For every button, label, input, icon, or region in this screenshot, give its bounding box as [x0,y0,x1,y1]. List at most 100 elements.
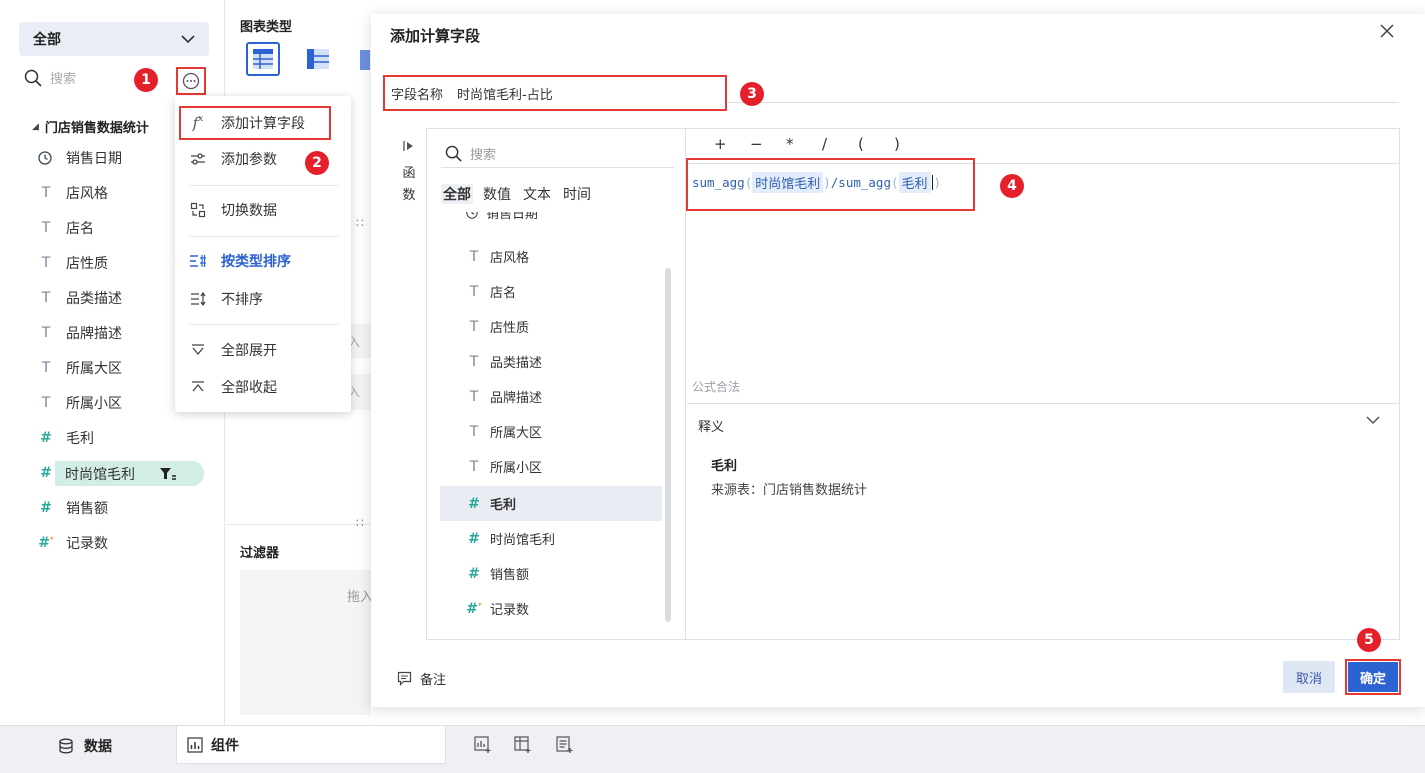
formula-field-token[interactable]: 毛利 [898,172,931,193]
list-item[interactable]: # 销售额 [440,556,662,591]
tab-component[interactable]: 组件 [176,726,446,764]
menu-item-no-sort[interactable]: 不排序 [175,281,351,317]
list-item[interactable]: T 店风格 [440,239,662,274]
list-item-label: 品牌描述 [490,391,543,406]
cross-table-icon [306,48,330,70]
close-button[interactable] [1380,24,1394,38]
more-options-menu: fx 添加计算字段 添加参数 切换数据 按类型排序 不排序 全部展开 全部收起 [175,96,351,412]
menu-item-expand-all[interactable]: 全部展开 [175,332,351,368]
field-item[interactable]: T 所属小区 [38,389,122,417]
operator-rparen-button[interactable]: ) [894,135,930,153]
number-type-icon: # [468,495,480,512]
drag-handle-icon[interactable]: ∷ [356,216,364,230]
functions-tab[interactable]: 函 数 [402,163,416,207]
formula-function: sum_agg [838,175,891,190]
list-item-partial[interactable]: 销售日期 [440,212,662,230]
operator-plus-button[interactable]: + [714,135,750,153]
field-item[interactable]: T 店性质 [38,249,108,277]
formula-text[interactable]: sum_agg ( 时尚馆毛利 ) / sum_agg ( 毛利 ) [692,172,941,193]
explain-field-name: 毛利 [711,459,738,474]
add-chart-component-button[interactable] [474,736,492,754]
tab-time[interactable]: 时间 [561,184,593,204]
expand-functions-icon[interactable] [403,140,415,152]
filter-icon[interactable] [159,467,177,481]
add-detail-table-button[interactable] [556,736,574,754]
note-button[interactable]: 备注 [397,669,446,688]
field-item[interactable]: T 品类描述 [38,284,122,312]
text-type-icon: T [41,255,51,271]
list-item[interactable]: T 所属大区 [440,414,662,449]
list-item[interactable]: # 时尚馆毛利 [440,521,662,556]
field-label: 所属小区 [66,396,122,412]
field-item[interactable]: T 品牌描述 [38,319,122,347]
tab-data[interactable]: 数据 [58,736,112,756]
cross-table-button[interactable] [306,48,330,70]
function-icon: fx [192,114,204,132]
operator-minus-button[interactable]: − [750,135,786,153]
cancel-button[interactable]: 取消 [1283,661,1335,693]
tab-number[interactable]: 数值 [481,184,513,204]
menu-item-label: 不排序 [221,292,263,308]
operator-lparen-button[interactable]: ( [858,135,894,153]
field-item[interactable]: 销售日期 [38,144,122,172]
count-type-icon: #* [38,535,54,551]
field-item[interactable]: # 毛利 [38,424,94,452]
field-item[interactable]: #* 记录数 [38,529,108,557]
field-label: 毛利 [66,431,94,447]
sort-type-icon [189,254,207,268]
tab-all[interactable]: 全部 [441,184,473,204]
explain-field-source: 来源表：门店销售数据统计 [711,483,868,498]
note-label: 备注 [420,673,447,688]
confirm-button[interactable]: 确定 [1348,662,1398,692]
formula-field-token[interactable]: 时尚馆毛利 [752,172,824,193]
number-type-icon: # [40,500,52,516]
dataset-node[interactable]: ◢ 门店销售数据统计 [32,117,149,136]
list-item[interactable]: T 品类描述 [440,344,662,379]
tab-data-label: 数据 [84,739,112,755]
field-item[interactable]: T 店名 [38,214,94,242]
dialog-search-input[interactable]: 搜索 [445,144,496,163]
operator-divide-button[interactable]: / [822,135,858,153]
drag-handle-icon[interactable]: ∷ [356,516,364,530]
functions-tab-char: 函 [402,166,416,181]
list-item[interactable]: T 所属小区 [440,449,662,484]
list-item[interactable]: T 店性质 [440,309,662,344]
field-item[interactable]: T 店风格 [38,179,108,207]
menu-item-switch-data[interactable]: 切换数据 [175,192,351,228]
expand-all-icon [189,343,207,357]
field-list-scrollbar[interactable] [665,268,671,622]
field-type-tabs: 全部 数值 文本 时间 [441,184,593,204]
sliders-icon [189,152,207,166]
menu-item-label: 添加计算字段 [221,116,305,132]
number-type-icon: # [40,465,52,481]
dialog-title: 添加计算字段 [390,27,481,45]
field-name-input[interactable]: 时尚馆毛利-占比 [457,84,553,103]
operator-multiply-button[interactable]: * [786,135,822,153]
tab-text[interactable]: 文本 [521,184,553,204]
chevron-down-icon[interactable] [1366,416,1380,425]
list-item[interactable]: #* 记录数 [440,591,662,626]
field-item[interactable]: T 所属大区 [38,354,122,382]
search-icon [24,69,42,87]
menu-item-add-calc-field[interactable]: fx 添加计算字段 [175,105,351,141]
menu-item-sort-by-type[interactable]: 按类型排序 [175,243,351,279]
field-search-input[interactable]: 搜索 [24,68,76,87]
list-item[interactable]: T 店名 [440,274,662,309]
field-label: 品类描述 [66,291,122,307]
more-options-button[interactable] [176,67,206,95]
formula-operator: / [830,175,839,190]
annotation-badge-5: 5 [1357,628,1381,652]
table-chart-button[interactable] [246,42,280,76]
scope-select[interactable]: 全部 [19,22,209,56]
menu-item-collapse-all[interactable]: 全部收起 [175,369,351,405]
add-list-icon [556,736,574,754]
list-item[interactable]: T 品牌描述 [440,379,662,414]
add-cross-table-button[interactable] [514,736,532,754]
menu-item-label: 添加参数 [221,152,277,168]
formula-paren: ) [823,175,831,190]
list-item-label: 销售额 [490,568,530,583]
list-item-selected[interactable]: # 毛利 [440,486,662,521]
scope-select-value: 全部 [33,32,61,48]
field-item-selected[interactable]: # 时尚馆毛利 [38,461,204,486]
field-item[interactable]: # 销售额 [38,494,108,522]
